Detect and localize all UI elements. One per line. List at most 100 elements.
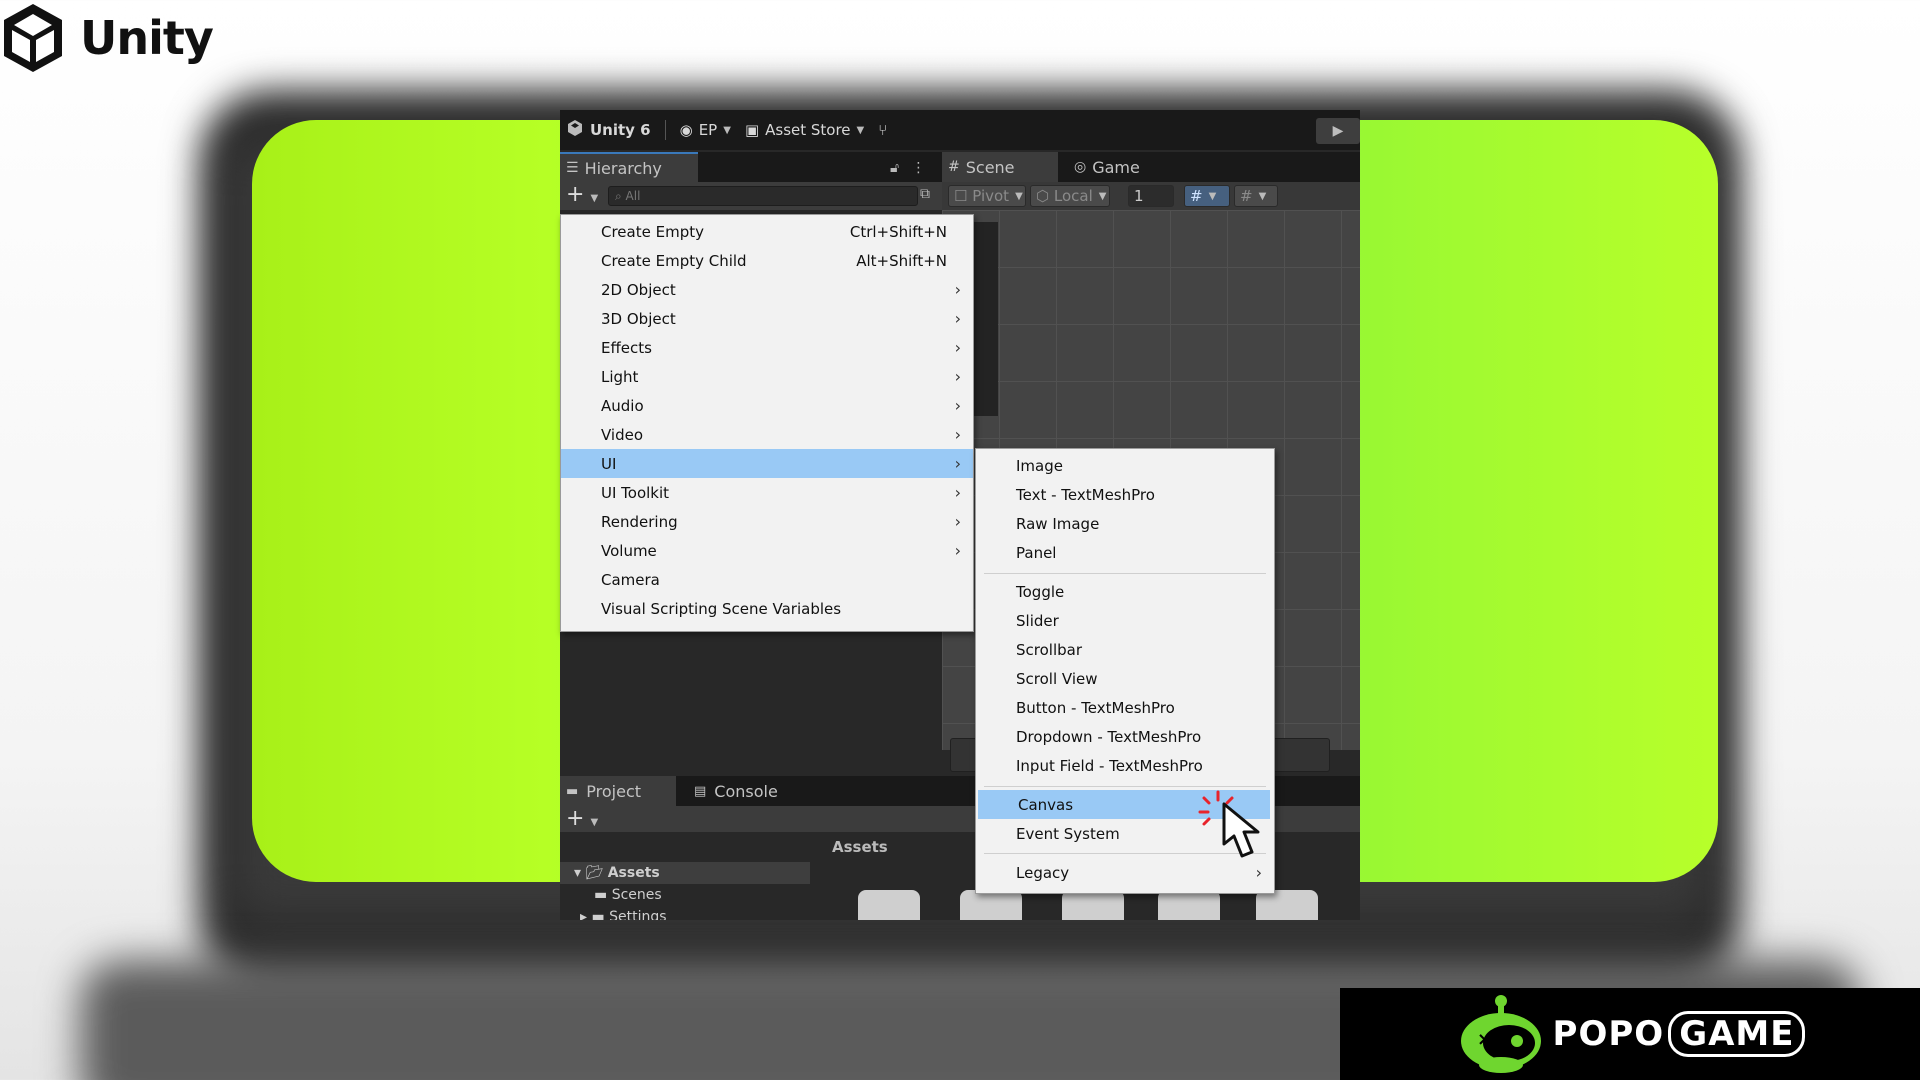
menu-item-ui-toolkit[interactable]: UI Toolkit › (561, 478, 973, 507)
menu-item-label: UI Toolkit (601, 483, 670, 502)
popogame-logo: × POPO GAME (1340, 988, 1920, 1080)
chevron-right-icon: › (954, 309, 961, 328)
submenu-item-scrollbar[interactable]: Scrollbar (976, 635, 1274, 664)
menu-item-video[interactable]: Video › (561, 420, 973, 449)
tab-game[interactable]: ◎ Game (1068, 152, 1158, 182)
project-folder-tree: ▾ 📂︎ Assets ▬ Scenes ▸ ▬ Settings (560, 862, 810, 920)
menu-item-camera[interactable]: Camera (561, 565, 973, 594)
submenu-item-label: Legacy (1016, 863, 1070, 882)
submenu-item-panel[interactable]: Panel (976, 538, 1274, 567)
project-create-button[interactable]: + ▼ (566, 806, 598, 831)
submenu-item-label: Scroll View (1016, 669, 1098, 688)
create-dropdown-button[interactable]: + ▼ (566, 182, 598, 207)
grid-snap-icon: # (1190, 187, 1203, 205)
play-button[interactable]: ▶ (1316, 118, 1360, 144)
folder-icon: ▬ (566, 783, 579, 799)
popogame-wordmark: POPO GAME (1553, 1011, 1806, 1057)
tree-item-settings[interactable]: ▸ ▬ Settings (560, 906, 810, 920)
asset-thumbnail-folder[interactable] (858, 890, 920, 920)
asset-thumbnail-folder[interactable] (960, 890, 1022, 920)
submenu-item-text-textmeshpro[interactable]: Text - TextMeshPro (976, 480, 1274, 509)
submenu-item-toggle[interactable]: Toggle (976, 577, 1274, 606)
asset-thumbnail-script[interactable] (1158, 890, 1220, 920)
grid-snap-toggle[interactable]: # ▼ (1184, 185, 1230, 207)
submenu-item-legacy[interactable]: Legacy › (976, 858, 1274, 887)
console-icon: ▤ (694, 783, 707, 799)
more-options-icon[interactable]: ⋮ (912, 160, 926, 176)
menu-separator (984, 573, 1266, 574)
brand-name: Unity (80, 11, 214, 65)
grid-icon: # (1240, 187, 1253, 205)
create-context-menu: Create Empty Ctrl+Shift+N Create Empty C… (560, 214, 974, 632)
grid-icon: # (948, 159, 960, 175)
svg-text:×: × (1477, 1029, 1492, 1050)
menu-item-label: Rendering (601, 512, 678, 531)
submenu-item-image[interactable]: Image (976, 451, 1274, 480)
account-label: EP (698, 121, 718, 139)
asset-store-dropdown[interactable]: ▣ Asset Store ▼ (745, 121, 864, 139)
menu-item-visual-scripting-scene-variables[interactable]: Visual Scripting Scene Variables (561, 594, 973, 623)
wordmark-part2: GAME (1668, 1011, 1806, 1057)
account-dropdown[interactable]: ◉ EP ▼ (680, 121, 731, 139)
menu-item-3d-object[interactable]: 3D Object › (561, 304, 973, 333)
chevron-right-icon: › (954, 541, 961, 560)
menu-item-2d-object[interactable]: 2D Object › (561, 275, 973, 304)
submenu-item-dropdown-textmeshpro[interactable]: Dropdown - TextMeshPro (976, 722, 1274, 751)
account-icon: ◉ (679, 121, 693, 139)
submenu-item-label: Text - TextMeshPro (1016, 485, 1155, 504)
menu-item-label: Create Empty Child (601, 251, 747, 270)
asset-thumbnail-settings[interactable] (1256, 890, 1318, 920)
submenu-item-label: Dropdown - TextMeshPro (1016, 727, 1202, 746)
submenu-item-label: Scrollbar (1016, 640, 1082, 659)
snap-increment-input[interactable]: 1 (1128, 185, 1174, 207)
tab-console[interactable]: ▤ Console (688, 776, 798, 806)
pivot-icon: ☐ (954, 187, 968, 205)
version-control-button[interactable]: ⑂ (878, 121, 887, 139)
tab-scene[interactable]: # Scene (942, 152, 1058, 182)
menu-item-ui[interactable]: UI › (561, 449, 973, 478)
tree-item-scenes[interactable]: ▬ Scenes (560, 884, 810, 906)
tree-item-label: Assets (607, 865, 660, 881)
menu-item-label: 2D Object (601, 280, 676, 299)
chevron-right-icon: › (954, 454, 961, 473)
chevron-right-icon: › (1255, 863, 1262, 882)
submenu-item-slider[interactable]: Slider (976, 606, 1274, 635)
menu-item-shortcut: Alt+Shift+N (856, 251, 947, 270)
menu-item-light[interactable]: Light › (561, 362, 973, 391)
menu-item-label: Create Empty (601, 222, 704, 241)
tab-hierarchy[interactable]: ☰ Hierarchy (560, 152, 698, 182)
toolbar-separator (664, 120, 666, 140)
asset-store-label: Asset Store (765, 121, 851, 139)
scene-visibility-icon[interactable]: ⧉ (920, 186, 930, 202)
grid-visibility-toggle[interactable]: # ▼ (1234, 185, 1278, 207)
menu-item-effects[interactable]: Effects › (561, 333, 973, 362)
lock-icon[interactable]: 🔓︎ (890, 160, 899, 176)
menu-item-audio[interactable]: Audio › (561, 391, 973, 420)
asset-thumbnail-package[interactable] (1062, 890, 1124, 920)
hierarchy-search-input[interactable]: ⌕ All (608, 186, 918, 206)
submenu-item-label: Toggle (1016, 582, 1065, 601)
menu-item-label: Volume (601, 541, 657, 560)
main-toolbar: Unity 6 ◉ EP ▼ ▣ Asset Store ▼ ⑂ (560, 110, 1360, 150)
menu-item-rendering[interactable]: Rendering › (561, 507, 973, 536)
hand-pointer-icon (1222, 802, 1260, 858)
submenu-item-input-field-textmeshpro[interactable]: Input Field - TextMeshPro (976, 751, 1274, 780)
hierarchy-tools: 🔓︎ ⋮ (890, 160, 926, 176)
submenu-item-button-textmeshpro[interactable]: Button - TextMeshPro (976, 693, 1274, 722)
menu-item-create-empty-child[interactable]: Create Empty Child Alt+Shift+N (561, 246, 973, 275)
local-dropdown[interactable]: ⬡ Local ▼ (1030, 185, 1110, 207)
chevron-right-icon: › (954, 483, 961, 502)
unity-version-button[interactable]: Unity 6 (566, 119, 651, 141)
menu-item-create-empty[interactable]: Create Empty Ctrl+Shift+N (561, 217, 973, 246)
menu-item-volume[interactable]: Volume › (561, 536, 973, 565)
submenu-item-raw-image[interactable]: Raw Image (976, 509, 1274, 538)
tab-project[interactable]: ▬ Project (560, 776, 676, 806)
submenu-item-label: Canvas (1018, 795, 1074, 814)
tree-item-assets[interactable]: ▾ 📂︎ Assets (560, 862, 810, 884)
play-icon: ▶ (1332, 123, 1344, 139)
submenu-item-scroll-view[interactable]: Scroll View (976, 664, 1274, 693)
tree-item-label: Settings (609, 909, 667, 920)
assets-breadcrumb: Assets (832, 838, 888, 856)
chevron-down-icon: ▼ (590, 817, 599, 828)
pivot-dropdown[interactable]: ☐ Pivot ▼ (948, 185, 1026, 207)
